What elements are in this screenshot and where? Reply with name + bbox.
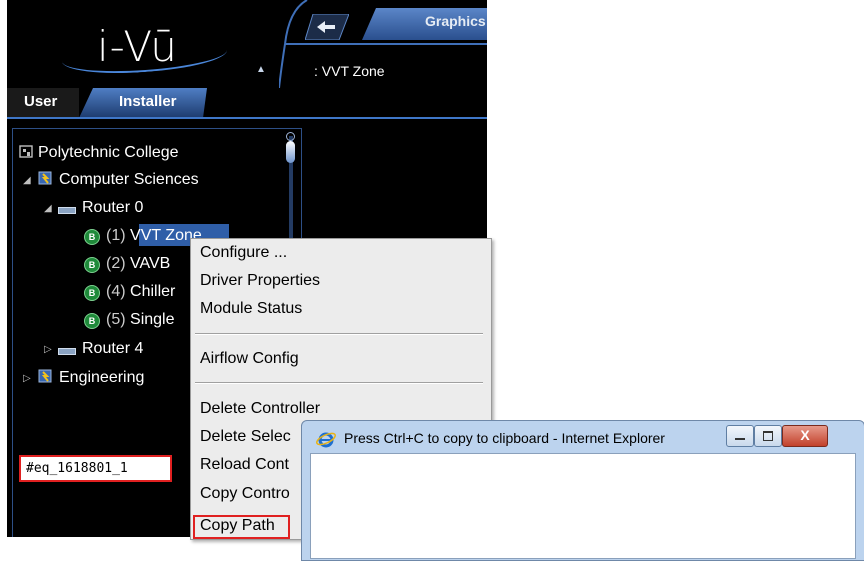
collapse-arrow-icon[interactable]: ▲	[256, 64, 266, 75]
path-value: #eq_1618801_1	[26, 461, 128, 476]
menu-item-delete-selected[interactable]: Delete Selec	[200, 428, 291, 446]
maximize-icon	[763, 431, 773, 441]
tree-item-router-4[interactable]: Router 4	[82, 340, 143, 358]
dialog-content	[310, 453, 856, 559]
item-number: (1)	[106, 227, 126, 244]
menu-item-driver-properties[interactable]: Driver Properties	[200, 272, 320, 290]
building-icon	[38, 369, 52, 383]
menu-divider	[195, 333, 483, 335]
internet-explorer-icon	[316, 432, 336, 448]
item-number: (4)	[106, 283, 126, 300]
collapse-arrow-icon[interactable]: ▷	[44, 344, 52, 355]
minimize-button[interactable]	[726, 425, 754, 447]
router-icon	[58, 348, 76, 355]
menu-item-reload-controller[interactable]: Reload Cont	[200, 456, 289, 474]
campus-icon	[19, 145, 33, 158]
menu-item-configure[interactable]: Configure ...	[200, 244, 287, 262]
item-name: Single	[130, 311, 175, 328]
tree-item-engineering[interactable]: Engineering	[59, 369, 144, 387]
tab-graphics-label: Graphics	[425, 13, 486, 29]
tree-item-single[interactable]: (5) Single	[106, 311, 175, 329]
bacnet-icon: B	[84, 229, 100, 245]
bacnet-icon: B	[84, 257, 100, 273]
ivu-logo: i-Vū	[97, 22, 178, 71]
item-number: (5)	[106, 311, 126, 328]
back-button[interactable]	[305, 14, 349, 40]
menu-item-copy-controller[interactable]: Copy Contro	[200, 485, 290, 503]
menu-item-module-status[interactable]: Module Status	[200, 300, 302, 318]
collapse-arrow-icon[interactable]: ▷	[23, 373, 31, 384]
tab-underline	[7, 117, 487, 119]
tree-item-vavb[interactable]: (2) VAVB	[106, 255, 170, 273]
scroll-thumb[interactable]	[286, 141, 295, 163]
tab-installer[interactable]: Installer	[119, 93, 177, 110]
bacnet-icon: B	[84, 285, 100, 301]
menu-item-copy-path[interactable]: Copy Path	[200, 517, 275, 535]
close-button[interactable]: X	[782, 425, 828, 447]
router-icon	[58, 207, 76, 214]
expand-arrow-icon[interactable]: ◢	[23, 175, 31, 186]
tree-item-computer-sciences[interactable]: Computer Sciences	[59, 171, 199, 189]
breadcrumb: : VVT Zone	[314, 63, 385, 79]
building-icon	[38, 171, 52, 185]
scroll-top-icon[interactable]	[286, 132, 295, 141]
path-text-field[interactable]: #eq_1618801_1	[19, 455, 172, 482]
expand-arrow-icon[interactable]: ◢	[44, 203, 52, 214]
tree-item-router-0[interactable]: Router 0	[82, 199, 143, 217]
tree-item-chiller[interactable]: (4) Chiller	[106, 283, 175, 301]
item-name: Chiller	[130, 283, 176, 300]
tree-item-polytechnic-college[interactable]: Polytechnic College	[38, 144, 179, 162]
ie-dialog: Press Ctrl+C to copy to clipboard - Inte…	[301, 420, 864, 561]
tree-item-vvt-zone[interactable]: (1) VVT Zone	[106, 227, 202, 245]
menu-item-delete-controller[interactable]: Delete Controller	[200, 400, 320, 418]
close-icon: X	[800, 427, 810, 443]
dialog-title: Press Ctrl+C to copy to clipboard - Inte…	[344, 430, 665, 446]
tab-user[interactable]: User	[24, 93, 57, 110]
item-number: (2)	[106, 255, 126, 272]
maximize-button[interactable]	[754, 425, 782, 447]
menu-divider	[195, 382, 483, 384]
bacnet-icon: B	[84, 313, 100, 329]
menu-item-airflow-config[interactable]: Airflow Config	[200, 350, 299, 368]
minimize-icon	[735, 438, 745, 440]
item-name: VAVB	[130, 255, 171, 272]
